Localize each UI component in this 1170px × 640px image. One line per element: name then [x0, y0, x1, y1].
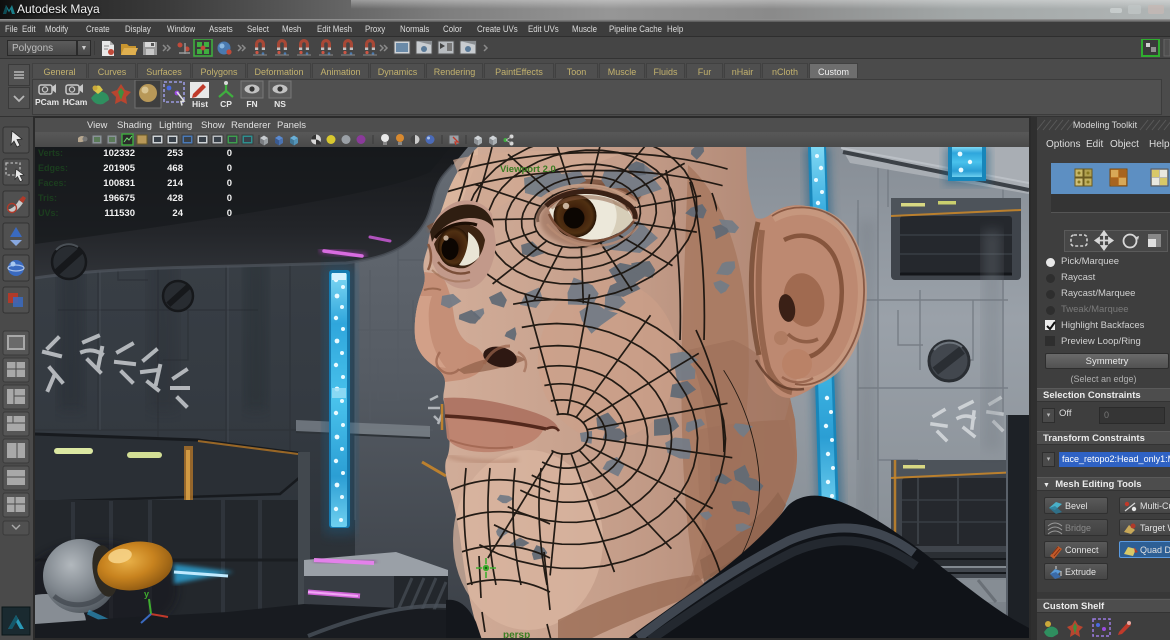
svg-text:0: 0 — [227, 178, 232, 189]
svg-text:Hist: Hist — [192, 99, 208, 109]
svg-text:Faces:: Faces: — [38, 178, 67, 188]
svg-text:Viewport 2.0: Viewport 2.0 — [500, 164, 556, 175]
svg-text:UVs:: UVs: — [38, 208, 59, 218]
svg-text:Modeling Toolkit: Modeling Toolkit — [1073, 120, 1138, 130]
svg-text:214: 214 — [167, 178, 184, 189]
svg-text:0: 0 — [227, 193, 232, 204]
svg-text:y: y — [144, 589, 149, 599]
svg-text:0: 0 — [227, 148, 232, 159]
svg-text:PCam: PCam — [35, 97, 60, 107]
svg-text:111530: 111530 — [104, 208, 135, 219]
svg-text:201905: 201905 — [103, 163, 135, 174]
svg-text:NS: NS — [274, 99, 286, 109]
svg-text:FN: FN — [246, 99, 257, 109]
svg-text:428: 428 — [167, 193, 183, 204]
svg-text:100831: 100831 — [103, 178, 135, 189]
svg-text:196675: 196675 — [103, 193, 135, 204]
svg-text:24: 24 — [172, 208, 183, 219]
svg-text:Verts:: Verts: — [38, 148, 63, 158]
svg-text:102332: 102332 — [103, 148, 135, 159]
svg-text:0: 0 — [227, 208, 232, 219]
svg-text:Tris:: Tris: — [38, 193, 57, 203]
svg-text:persp: persp — [503, 630, 530, 638]
svg-text:253: 253 — [167, 148, 183, 159]
svg-text:HCam: HCam — [63, 97, 88, 107]
svg-text:468: 468 — [167, 163, 183, 174]
svg-text:Edges:: Edges: — [38, 163, 68, 173]
svg-text:CP: CP — [220, 99, 232, 109]
svg-text:0: 0 — [227, 163, 232, 174]
